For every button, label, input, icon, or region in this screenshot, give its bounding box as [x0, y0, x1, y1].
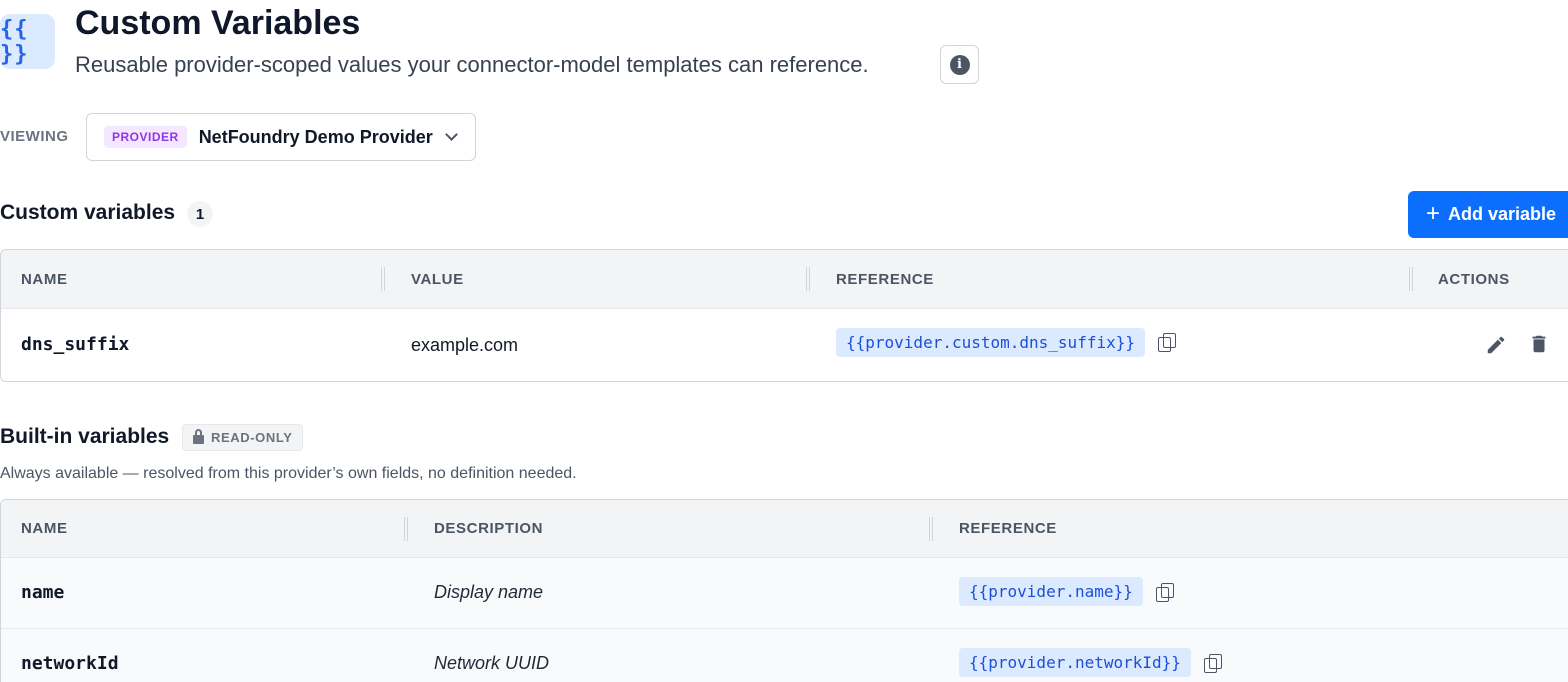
variable-reference: {{provider.custom.dns_suffix}} — [836, 328, 1145, 357]
builtin-variables-heading: Built-in variables — [0, 425, 170, 448]
table-row: name Display name {{provider.name}} — [1, 558, 1568, 629]
variable-description: Network UUID — [434, 653, 550, 673]
copy-icon[interactable] — [1204, 654, 1222, 674]
variable-name: networkId — [21, 653, 119, 674]
column-resize-handle[interactable] — [806, 267, 810, 291]
builtin-variables-table: NAME DESCRIPTION REFERENCE name Display … — [0, 499, 1568, 682]
column-header-reference: REFERENCE — [959, 520, 1057, 537]
builtin-variables-description: Always available — resolved from this pr… — [0, 465, 577, 482]
table-header: NAME VALUE REFERENCE ACTIONS — [1, 250, 1568, 309]
custom-variables-count: 1 — [187, 201, 213, 227]
info-icon: i — [949, 54, 970, 75]
variable-value: example.com — [411, 335, 519, 355]
variable-name: name — [21, 582, 65, 603]
provider-type-badge: PROVIDER — [104, 126, 187, 148]
read-only-badge: READ-ONLY — [182, 424, 304, 451]
pencil-icon[interactable] — [1485, 334, 1507, 356]
column-header-value: VALUE — [411, 271, 464, 288]
table-row: dns_suffix example.com {{provider.custom… — [1, 309, 1568, 381]
column-resize-handle[interactable] — [1409, 267, 1413, 291]
column-header-reference: REFERENCE — [836, 271, 934, 288]
provider-name: NetFoundry Demo Provider — [198, 126, 433, 147]
add-variable-label: Add variable — [1448, 204, 1557, 224]
info-button[interactable]: i — [940, 45, 979, 84]
custom-variables-table: NAME VALUE REFERENCE ACTIONS dns_suffix … — [0, 249, 1568, 382]
column-resize-handle[interactable] — [929, 517, 933, 541]
trash-icon[interactable] — [1528, 333, 1550, 355]
custom-variables-heading: Custom variables — [0, 201, 176, 224]
page-title: Custom Variables — [75, 4, 361, 42]
variables-icon: {{ }} — [0, 14, 55, 69]
variable-name: dns_suffix — [21, 334, 130, 355]
column-header-description: DESCRIPTION — [434, 520, 544, 537]
viewing-label: VIEWING — [0, 128, 69, 145]
column-header-name: NAME — [21, 271, 68, 288]
column-header-actions: ACTIONS — [1438, 271, 1510, 288]
table-header: NAME DESCRIPTION REFERENCE — [1, 500, 1568, 558]
read-only-label: READ-ONLY — [211, 430, 293, 445]
table-row: networkId Network UUID {{provider.networ… — [1, 629, 1568, 682]
page-subtitle: Reusable provider-scoped values your con… — [75, 52, 869, 77]
variable-description: Display name — [434, 582, 544, 602]
column-resize-handle[interactable] — [404, 517, 408, 541]
copy-icon[interactable] — [1158, 333, 1176, 353]
column-header-name: NAME — [21, 520, 68, 537]
variable-reference: {{provider.networkId}} — [959, 648, 1191, 677]
chevron-down-icon — [444, 128, 458, 141]
lock-icon — [193, 429, 204, 444]
plus-icon: + — [1426, 199, 1441, 227]
add-variable-button[interactable]: + Add variable — [1408, 191, 1568, 238]
variable-reference: {{provider.name}} — [959, 577, 1143, 606]
provider-select[interactable]: PROVIDER NetFoundry Demo Provider — [86, 113, 476, 161]
copy-icon[interactable] — [1156, 583, 1174, 603]
column-resize-handle[interactable] — [381, 267, 385, 291]
